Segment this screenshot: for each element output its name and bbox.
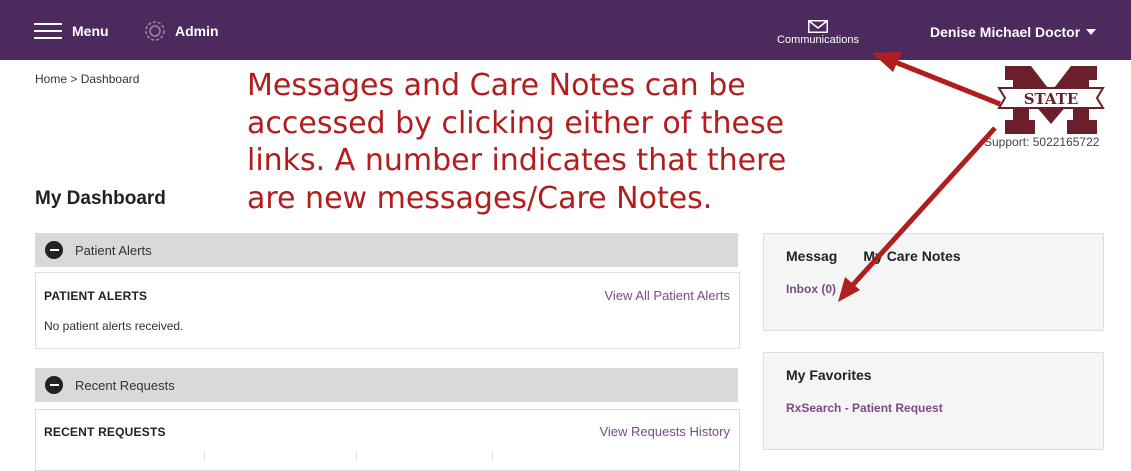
recent-requests-title: RECENT REQUESTS [44, 425, 166, 439]
minus-circle-icon[interactable] [45, 241, 63, 259]
page-title: My Dashboard [35, 188, 166, 209]
patient-alerts-section-header[interactable]: Patient Alerts [35, 233, 738, 267]
logo-text: STATE [1024, 90, 1079, 108]
breadcrumb-current: Dashboard [80, 72, 140, 86]
support-phone: 5022165722 [1032, 135, 1100, 149]
admin-label: Admin [175, 23, 219, 39]
annotation-line: accessed by clicking either of these [247, 105, 785, 141]
msstate-logo: STATE [997, 66, 1105, 134]
envelope-icon [808, 20, 828, 33]
patient-alerts-empty-text: No patient alerts received. [44, 319, 184, 333]
messages-care-notes-panel: Messag My Care Notes Inbox (0) [763, 233, 1104, 331]
menu-button[interactable]: Menu [34, 22, 109, 40]
menu-label: Menu [72, 23, 109, 39]
communications-label: Communications [777, 34, 859, 46]
annotation-text: Messages and Care Notes can be accessed … [247, 67, 947, 217]
patient-alerts-section-label: Patient Alerts [75, 242, 152, 258]
messages-panel-title-start: Messag [786, 248, 838, 264]
messages-panel-title-end: My Care Notes [863, 248, 961, 264]
patient-alerts-panel: PATIENT ALERTS View All Patient Alerts N… [35, 272, 740, 349]
recent-requests-panel: RECENT REQUESTS View Requests History [35, 409, 740, 471]
breadcrumb-separator: > [70, 72, 78, 86]
view-requests-history-link[interactable]: View Requests History [599, 424, 730, 439]
top-navbar: Menu Admin Communications Denise Michael… [0, 0, 1131, 60]
user-menu[interactable]: Denise Michael Doctor [930, 24, 1097, 40]
table-column-divider [204, 452, 205, 460]
gear-icon [145, 21, 165, 41]
inbox-link[interactable]: Inbox (0) [786, 282, 836, 296]
support-label: Support: [984, 135, 1030, 149]
support-info: Support: 5022165722 [984, 135, 1099, 149]
favorites-panel: My Favorites RxSearch - Patient Request [763, 352, 1104, 450]
breadcrumb: Home > Dashboard [35, 72, 139, 86]
view-all-patient-alerts-link[interactable]: View All Patient Alerts [605, 288, 731, 303]
annotation-line: links. A number indicates that there [247, 143, 787, 178]
hamburger-menu-icon [34, 23, 62, 39]
rxsearch-patient-request-link[interactable]: RxSearch - Patient Request [786, 401, 943, 415]
recent-requests-section-header[interactable]: Recent Requests [35, 368, 738, 402]
messages-panel-title: Messag My Care Notes [786, 248, 961, 264]
user-name: Denise Michael Doctor [930, 24, 1081, 40]
table-column-divider [492, 452, 493, 460]
annotation-line: Messages and Care Notes can be [247, 68, 746, 103]
table-column-divider [356, 452, 357, 460]
recent-requests-section-label: Recent Requests [75, 377, 175, 393]
caret-down-icon [1086, 29, 1097, 35]
communications-button[interactable]: Communications [768, 20, 868, 46]
breadcrumb-home[interactable]: Home [35, 72, 67, 86]
admin-button[interactable]: Admin [144, 20, 219, 42]
minus-circle-icon[interactable] [45, 376, 63, 394]
annotation-line: are new messages/Care Notes. [247, 180, 713, 216]
patient-alerts-title: PATIENT ALERTS [44, 289, 148, 303]
favorites-title: My Favorites [786, 367, 872, 383]
